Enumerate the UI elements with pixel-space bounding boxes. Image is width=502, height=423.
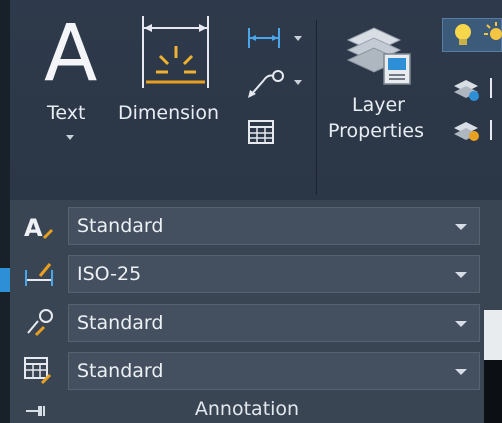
dimension-style-dropdown[interactable]: ISO-25 [68,255,480,293]
multileader-style-dropdown[interactable]: Standard [68,304,480,342]
layer-properties-label-line2: Properties [328,120,425,142]
chevron-down-icon [455,321,467,327]
table-style-value: Standard [77,360,164,382]
linear-dimension-button[interactable] [244,24,304,54]
chevron-down-icon [455,224,467,230]
drawing-area-edge [484,200,502,310]
text-label: Text [47,102,86,124]
layer-properties-label-line1: Layer [352,94,405,116]
dimension-label: Dimension [118,102,219,124]
table-icon [248,120,274,144]
leader-button[interactable] [244,66,304,102]
chevron-down-icon [455,272,467,278]
table-button[interactable] [244,118,280,148]
leader-icon [248,70,284,98]
text-style-value: Standard [77,215,164,237]
text-button[interactable]: A Text [36,10,106,150]
left-frame-edge [0,0,10,423]
dimension-style-icon [25,263,53,286]
layer-properties-icon [346,27,411,85]
svg-text:A: A [24,214,43,242]
table-style-dropdown[interactable]: Standard [68,352,480,390]
linear-dimension-icon [248,28,280,48]
ribbon-panel-separator [316,20,317,195]
table-style-icon [24,357,52,385]
multileader-style-icon [27,309,53,337]
right-edge-control-2[interactable] [490,120,502,140]
right-edge-control[interactable] [490,78,502,98]
drawing-area-edge-dark [484,360,502,423]
annotation-panel-title[interactable]: Annotation [10,398,484,420]
linear-dimension-caret-icon[interactable] [294,36,302,41]
layer-properties-button[interactable]: Layer Properties [326,14,436,154]
text-dropdown-caret-icon[interactable] [66,135,74,140]
dimension-style-value: ISO-25 [77,263,142,285]
leader-caret-icon[interactable] [294,80,302,85]
text-style-dropdown[interactable]: Standard [68,207,480,245]
layer-unisolate-icon[interactable] [452,118,482,144]
drawing-area-edge-light [484,310,502,360]
sun-freeze-icon[interactable] [484,22,502,48]
chevron-down-icon [455,369,467,375]
multileader-style-value: Standard [77,312,164,334]
left-blue-marker [0,268,10,292]
text-a-icon: A [44,9,98,99]
layer-isolate-icon[interactable] [452,76,482,102]
lightbulb-on-icon[interactable] [452,22,474,48]
text-style-icon: A [24,214,54,242]
dimension-icon [142,16,209,88]
dimension-button[interactable]: Dimension [116,10,236,124]
